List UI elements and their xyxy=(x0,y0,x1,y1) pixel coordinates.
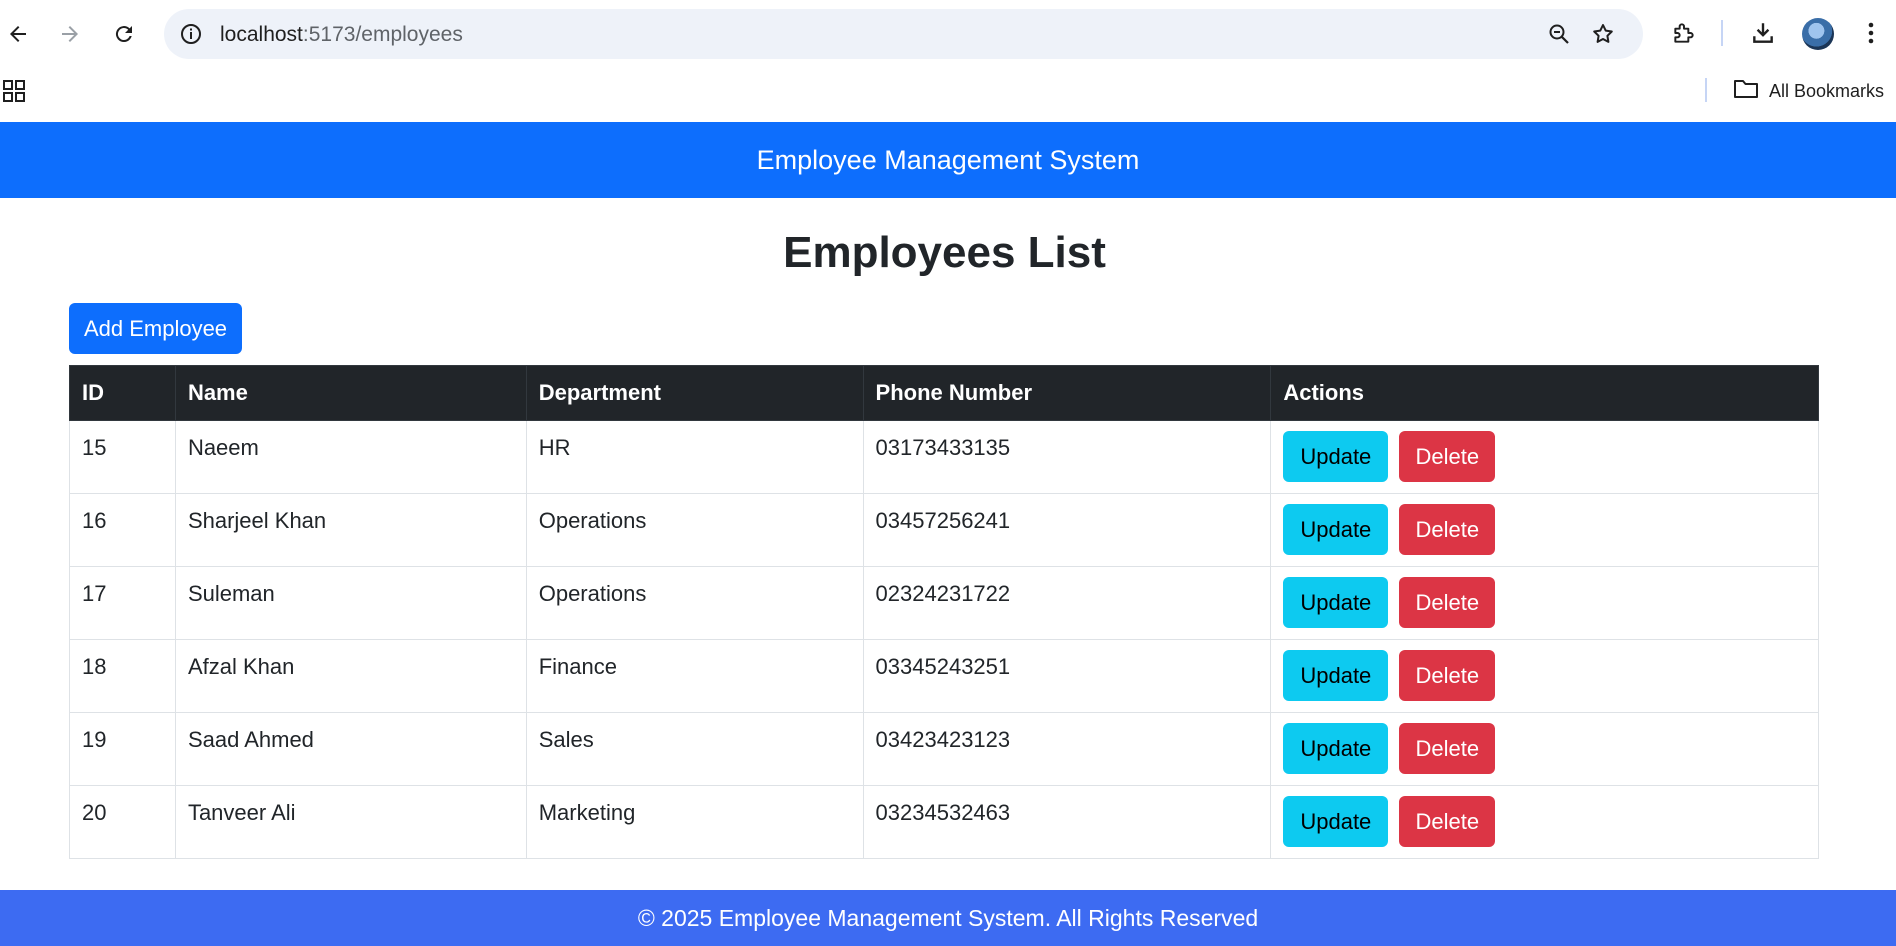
cell-name: Suleman xyxy=(174,566,527,640)
cell-id: 20 xyxy=(69,785,176,859)
update-button[interactable]: Update xyxy=(1283,650,1389,701)
url-path: :5173/employees xyxy=(302,23,463,46)
cell-name: Afzal Khan xyxy=(174,639,527,713)
delete-button[interactable]: Delete xyxy=(1399,650,1496,701)
table-row: 17 Suleman Operations 02324231722 Update… xyxy=(69,566,1819,640)
bookmark-star-icon[interactable] xyxy=(1590,21,1616,47)
cell-phone: 03345243251 xyxy=(862,639,1272,713)
update-button[interactable]: Update xyxy=(1283,723,1389,774)
app-header: Employee Management System xyxy=(0,122,1896,198)
cell-id: 17 xyxy=(69,566,176,640)
table-row: 19 Saad Ahmed Sales 03423423123 Update De… xyxy=(69,712,1819,786)
cell-phone: 03423423123 xyxy=(862,712,1272,786)
app-title: Employee Management System xyxy=(756,144,1140,175)
cell-actions: Update Delete xyxy=(1270,785,1819,859)
cell-actions: Update Delete xyxy=(1270,493,1819,567)
bookmarks-bar: All Bookmarks xyxy=(0,70,1896,122)
cell-actions: Update Delete xyxy=(1270,420,1819,494)
cell-id: 18 xyxy=(69,639,176,713)
column-header-department: Department xyxy=(525,365,864,421)
zoom-icon[interactable] xyxy=(1546,21,1572,47)
update-button[interactable]: Update xyxy=(1283,431,1389,482)
cell-id: 16 xyxy=(69,493,176,567)
cell-actions: Update Delete xyxy=(1270,566,1819,640)
delete-button[interactable]: Delete xyxy=(1399,723,1496,774)
table-row: 20 Tanveer Ali Marketing 03234532463 Upd… xyxy=(69,785,1819,859)
cell-department: Operations xyxy=(525,566,864,640)
cell-department: Sales xyxy=(525,712,864,786)
delete-button[interactable]: Delete xyxy=(1399,504,1496,555)
footer-text: © 2025 Employee Management System. All R… xyxy=(637,904,1259,931)
site-info-icon[interactable] xyxy=(178,21,204,47)
cell-name: Saad Ahmed xyxy=(174,712,527,786)
update-button[interactable]: Update xyxy=(1283,577,1389,628)
column-header-name: Name xyxy=(174,365,527,421)
cell-phone: 03173433135 xyxy=(862,420,1272,494)
table-row: 16 Sharjeel Khan Operations 03457256241 … xyxy=(69,493,1819,567)
column-header-id: ID xyxy=(69,365,176,421)
forward-arrow-icon[interactable] xyxy=(50,14,90,54)
reload-icon[interactable] xyxy=(104,14,144,54)
cell-department: Marketing xyxy=(525,785,864,859)
update-button[interactable]: Update xyxy=(1283,796,1389,847)
profile-avatar[interactable] xyxy=(1802,18,1834,50)
extensions-icon[interactable] xyxy=(1666,15,1702,51)
cell-actions: Update Delete xyxy=(1270,712,1819,786)
back-arrow-icon[interactable] xyxy=(0,14,38,54)
bookmarks-divider xyxy=(1705,78,1707,102)
all-bookmarks-button[interactable]: All Bookmarks xyxy=(1733,78,1884,105)
page-title: Employees List xyxy=(783,228,1106,277)
delete-button[interactable]: Delete xyxy=(1399,431,1496,482)
url-text[interactable]: localhost:5173/employees xyxy=(220,23,463,47)
add-employee-button[interactable]: Add Employee xyxy=(69,303,242,354)
app-footer: © 2025 Employee Management System. All R… xyxy=(0,890,1896,946)
cell-department: HR xyxy=(525,420,864,494)
cell-phone: 03234532463 xyxy=(862,785,1272,859)
delete-button[interactable]: Delete xyxy=(1399,796,1496,847)
kebab-menu-icon[interactable] xyxy=(1853,15,1889,51)
download-icon[interactable] xyxy=(1745,15,1781,51)
cell-department: Finance xyxy=(525,639,864,713)
cell-id: 15 xyxy=(69,420,176,494)
url-host: localhost xyxy=(220,23,303,46)
folder-icon xyxy=(1733,78,1759,105)
cell-name: Naeem xyxy=(174,420,527,494)
column-header-phone: Phone Number xyxy=(862,365,1272,421)
cell-actions: Update Delete xyxy=(1270,639,1819,713)
apps-grid-icon[interactable] xyxy=(3,80,25,102)
update-button[interactable]: Update xyxy=(1283,504,1389,555)
browser-toolbar: localhost:5173/employees xyxy=(0,0,1896,70)
table-row: 15 Naeem HR 03173433135 Update Delete xyxy=(69,420,1819,494)
employees-table: ID Name Department Phone Number Actions … xyxy=(69,365,1819,859)
address-bar[interactable]: localhost:5173/employees xyxy=(164,9,1643,59)
delete-button[interactable]: Delete xyxy=(1399,577,1496,628)
table-row: 18 Afzal Khan Finance 03345243251 Update… xyxy=(69,639,1819,713)
column-header-actions: Actions xyxy=(1270,365,1819,421)
cell-name: Tanveer Ali xyxy=(174,785,527,859)
all-bookmarks-label: All Bookmarks xyxy=(1769,81,1885,101)
cell-phone: 02324231722 xyxy=(862,566,1272,640)
table-header-row: ID Name Department Phone Number Actions xyxy=(69,365,1819,421)
cell-department: Operations xyxy=(525,493,864,567)
cell-phone: 03457256241 xyxy=(862,493,1272,567)
toolbar-divider xyxy=(1721,20,1723,46)
cell-id: 19 xyxy=(69,712,176,786)
cell-name: Sharjeel Khan xyxy=(174,493,527,567)
